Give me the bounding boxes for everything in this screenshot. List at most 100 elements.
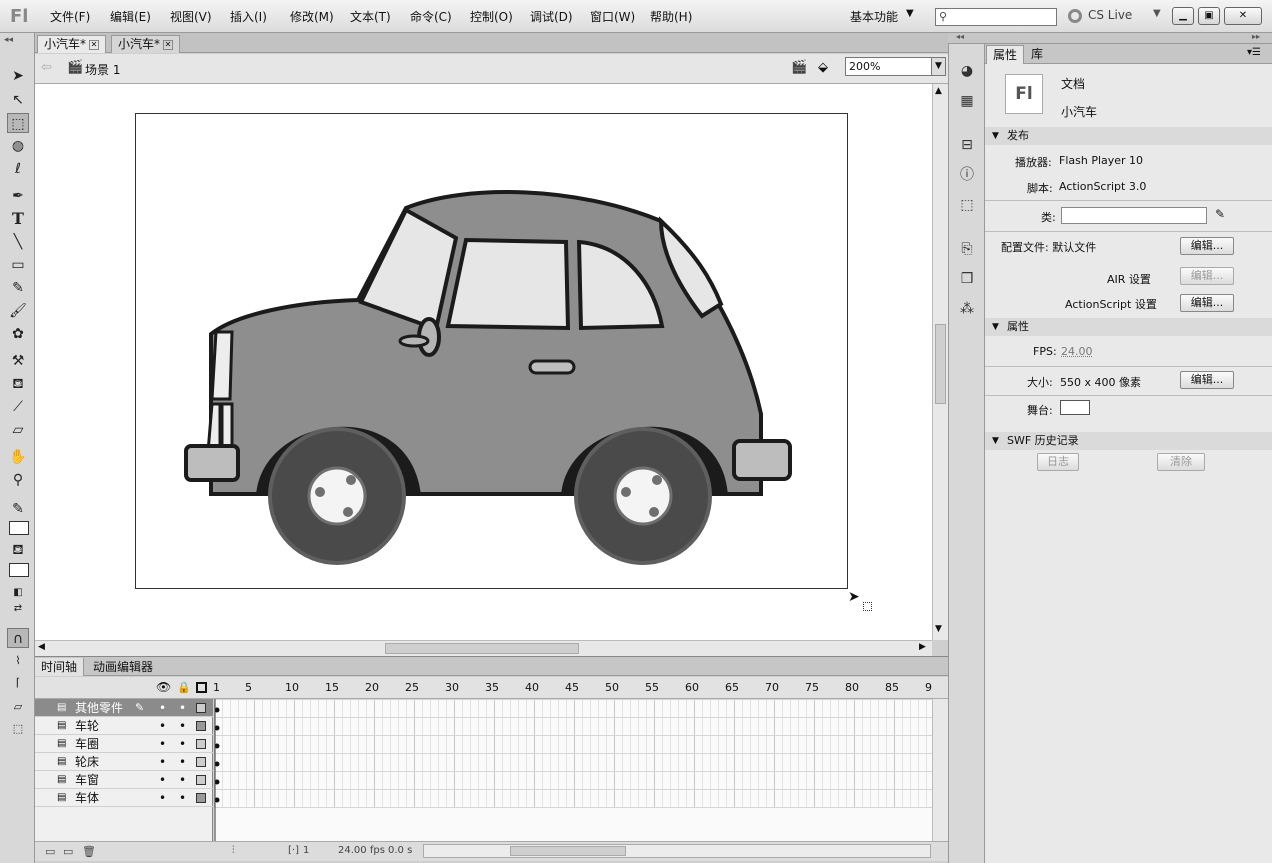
3d-rotation-tool-icon[interactable]: ◍ xyxy=(7,136,29,156)
fps-value[interactable]: 24.00 xyxy=(1061,345,1093,358)
scroll-left-icon[interactable]: ◀ xyxy=(38,642,45,652)
edit-symbols-icon[interactable]: ⬙ xyxy=(818,60,828,75)
outline-icon[interactable] xyxy=(196,682,207,693)
menu-commands[interactable]: 命令(C) xyxy=(410,8,452,25)
zoom-tool-icon[interactable]: ⚲ xyxy=(7,470,29,490)
brush-tool-icon[interactable]: 🖌 xyxy=(7,301,29,321)
fill-color-icon[interactable]: ⛾ xyxy=(7,540,29,560)
lasso-tool-icon[interactable]: ℓ xyxy=(7,159,29,179)
menu-text[interactable]: 文本(T) xyxy=(350,8,391,25)
layer-row[interactable]: ▤ 车体 • • xyxy=(35,789,213,807)
visibility-dot[interactable]: • xyxy=(159,753,166,771)
search-input[interactable]: ⚲ xyxy=(935,8,1057,26)
paint-bucket-tool-icon[interactable]: ⛾ xyxy=(7,374,29,394)
subselection-tool-icon[interactable]: ↖ xyxy=(7,90,29,110)
layer-row[interactable]: ▤ 轮床 • • xyxy=(35,753,213,771)
smooth-icon[interactable]: ⌇ xyxy=(7,651,29,671)
workspace-switcher[interactable]: 基本功能 xyxy=(850,8,898,25)
lock-dot[interactable]: • xyxy=(179,699,186,717)
section-publish[interactable]: ▼ 发布 xyxy=(985,127,1272,145)
stage-color-swatch[interactable] xyxy=(1060,400,1090,415)
color-panel-icon[interactable]: ◕ xyxy=(958,62,976,80)
visibility-dot[interactable]: • xyxy=(159,735,166,753)
scroll-down-icon[interactable]: ▼ xyxy=(935,624,942,634)
outline-color-swatch[interactable] xyxy=(196,775,206,785)
doc-tab-2[interactable]: 小汽车* ✕ xyxy=(111,35,181,53)
menu-view[interactable]: 视图(V) xyxy=(170,8,212,25)
scroll-right-icon[interactable]: ▶ xyxy=(919,642,926,652)
lock-dot[interactable]: • xyxy=(179,717,186,735)
stage[interactable] xyxy=(135,113,848,589)
lock-icon[interactable]: 🔒 xyxy=(177,681,191,694)
pencil-tool-icon[interactable]: ✎ xyxy=(7,278,29,298)
rectangle-tool-icon[interactable]: ▭ xyxy=(7,255,29,275)
close-icon[interactable]: ✕ xyxy=(89,39,100,50)
eyedropper-tool-icon[interactable]: ⟋ xyxy=(7,397,29,417)
section-swf-history[interactable]: ▼ SWF 历史记录 xyxy=(985,432,1272,450)
scroll-thumb[interactable] xyxy=(510,846,626,856)
align-panel-icon[interactable]: ⊟ xyxy=(958,136,976,154)
text-tool-icon[interactable]: T xyxy=(7,209,29,229)
cslive-button[interactable]: CS Live xyxy=(1088,8,1132,22)
scroll-thumb[interactable] xyxy=(935,324,946,404)
chevron-down-icon[interactable]: ▼ xyxy=(1153,8,1161,19)
free-transform-tool-icon[interactable]: ⬚ xyxy=(7,113,29,133)
menu-edit[interactable]: 编辑(E) xyxy=(110,8,151,25)
stroke-color-icon[interactable]: ✎ xyxy=(7,499,29,519)
eye-icon[interactable]: 👁 xyxy=(156,680,171,694)
line-tool-icon[interactable]: ╲ xyxy=(7,232,29,252)
lock-dot[interactable]: • xyxy=(179,789,186,807)
collapse-icon[interactable]: ◂◂ xyxy=(956,32,964,41)
outline-color-swatch[interactable] xyxy=(196,721,206,731)
layer-row[interactable]: ▤ 车轮 • • xyxy=(35,717,213,735)
bone-tool-icon[interactable]: ⚒ xyxy=(7,351,29,371)
transform-panel-icon[interactable]: ⬚ xyxy=(958,196,976,214)
visibility-dot[interactable]: • xyxy=(159,789,166,807)
hand-tool-icon[interactable]: ✋ xyxy=(7,447,29,467)
new-layer-icon[interactable]: ▭ xyxy=(45,845,55,858)
menu-help[interactable]: 帮助(H) xyxy=(650,8,692,25)
new-folder-icon[interactable]: ▭ xyxy=(63,845,73,858)
air-edit-button[interactable]: 编辑... xyxy=(1180,267,1234,285)
panel-menu-icon[interactable]: ▾☰ xyxy=(1247,47,1261,58)
collapse-icon[interactable]: ◂◂ xyxy=(4,35,13,45)
deco-tool-icon[interactable]: ✿ xyxy=(7,324,29,344)
pen-tool-icon[interactable]: ✒ xyxy=(7,186,29,206)
tab-library[interactable]: 库 xyxy=(1025,45,1049,64)
size-edit-button[interactable]: 编辑... xyxy=(1180,371,1234,389)
visibility-dot[interactable]: • xyxy=(159,717,166,735)
visibility-dot[interactable]: • xyxy=(159,771,166,789)
outline-color-swatch[interactable] xyxy=(196,739,206,749)
lock-dot[interactable]: • xyxy=(179,753,186,771)
timeline-vertical-scrollbar[interactable] xyxy=(932,699,948,841)
layer-row[interactable]: ▤ 其他零件 ✎ • • xyxy=(35,699,213,717)
tab-timeline[interactable]: 时间轴 xyxy=(35,658,85,676)
chevron-down-icon[interactable]: ▼ xyxy=(906,8,914,19)
delete-layer-icon[interactable]: 🗑 xyxy=(82,845,96,858)
swap-colors-icon[interactable]: ⇄ xyxy=(7,599,29,619)
tab-motion-editor[interactable]: 动画编辑器 xyxy=(87,658,159,676)
horizontal-scrollbar[interactable]: ◀ ▶ xyxy=(35,640,932,656)
close-button[interactable]: ✕ xyxy=(1224,7,1262,25)
edit-markers-icon[interactable]: [·] xyxy=(288,845,299,856)
selection-tool-icon[interactable]: ➤ xyxy=(7,66,29,86)
actions-panel-icon[interactable]: ⎘ xyxy=(958,240,976,258)
edit-scene-icon[interactable]: 🎬 xyxy=(791,60,807,75)
snap-magnet-icon[interactable]: ∩ xyxy=(7,628,29,648)
layer-row[interactable]: ▤ 车窗 • • xyxy=(35,771,213,789)
scroll-thumb[interactable] xyxy=(385,643,579,654)
outline-color-swatch[interactable] xyxy=(196,757,206,767)
back-arrow-icon[interactable]: ⇦ xyxy=(41,60,52,75)
menu-window[interactable]: 窗口(W) xyxy=(590,8,635,25)
close-icon[interactable]: ✕ xyxy=(163,39,174,50)
components-panel-icon[interactable]: ❒ xyxy=(958,270,976,288)
scroll-up-icon[interactable]: ▲ xyxy=(935,86,942,96)
swatches-panel-icon[interactable]: ▦ xyxy=(958,92,976,110)
eraser-tool-icon[interactable]: ▱ xyxy=(7,420,29,440)
scale-icon[interactable]: ⬚ xyxy=(7,719,29,739)
class-input[interactable] xyxy=(1061,207,1207,224)
info-panel-icon[interactable]: ⓘ xyxy=(958,166,976,184)
clear-button[interactable]: 清除 xyxy=(1157,453,1205,471)
visibility-dot[interactable]: • xyxy=(159,699,166,717)
zoom-select[interactable]: 200% xyxy=(845,57,945,76)
